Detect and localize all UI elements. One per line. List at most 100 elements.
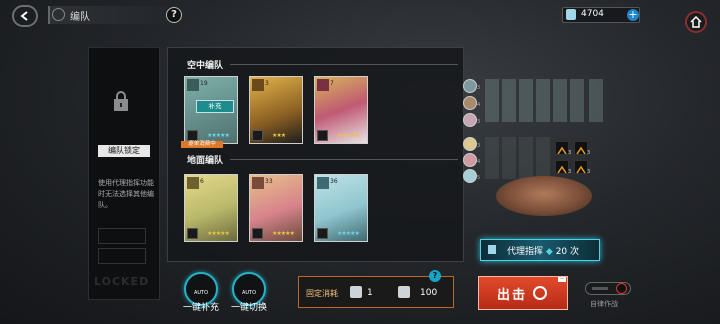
status-tag: 逐单消费中 — [181, 141, 223, 148]
ammo-icon — [398, 286, 410, 298]
equip-slot[interactable] — [502, 137, 516, 179]
toggle-off-icon — [616, 283, 627, 294]
auto-badge: AUTO — [193, 290, 209, 296]
member-avatar[interactable] — [463, 137, 477, 151]
ground-unit-card-3[interactable]: 36 ★★★★★ — [314, 174, 368, 242]
level-emblem-icon — [317, 79, 329, 91]
fixed-cost-label: 固定消耗 — [306, 289, 338, 298]
air-unit-card-2[interactable]: 3 ★★★ — [249, 76, 303, 144]
member-avatar[interactable] — [463, 79, 477, 93]
unit-stars: ★★★★★ — [207, 230, 230, 237]
proxy-command-text: 代理指挥 ◆ 20 次 — [507, 247, 580, 257]
member-avatar[interactable] — [463, 96, 477, 110]
member-avatar[interactable] — [463, 169, 477, 183]
unit-stars: ★★★ — [272, 132, 286, 139]
minus-icon: − — [558, 276, 566, 282]
equip-slot[interactable] — [553, 79, 567, 122]
member-avatar[interactable] — [463, 153, 477, 167]
avatar-level: 4 — [477, 102, 481, 108]
unit-level: 36 — [330, 178, 338, 185]
skill-icon[interactable] — [555, 141, 569, 155]
home-button[interactable] — [685, 11, 707, 33]
toggle-track-icon — [592, 287, 608, 290]
cost-help-button[interactable]: ? — [429, 270, 441, 282]
auto-fill-label: 一键补充 — [182, 303, 219, 313]
back-button[interactable] — [12, 5, 38, 27]
locked-slot — [98, 248, 146, 264]
unit-stars: ★★★★★ — [337, 132, 360, 139]
skill-icon[interactable] — [555, 160, 569, 174]
ground-formation-label: 地面编队 — [187, 156, 224, 166]
equip-slot[interactable] — [519, 79, 533, 122]
auto-battle-label: 自律作战 — [590, 300, 618, 308]
class-icon — [317, 130, 328, 141]
equip-slot[interactable] — [502, 79, 516, 122]
ground-unit-card-2[interactable]: 33 ★★★★★ — [249, 174, 303, 242]
page-title: 编队 — [70, 12, 90, 23]
level-emblem-icon — [252, 79, 264, 91]
title-bar — [48, 6, 175, 24]
help-button[interactable]: ? — [166, 7, 182, 23]
back-arrow-icon — [20, 11, 28, 21]
unit-stars: ★★★★★ — [207, 132, 230, 139]
level-emblem-icon — [187, 177, 199, 189]
air-unit-card-3[interactable]: 7 ★★★★★ — [314, 76, 368, 144]
avatar-level: 3 — [477, 119, 481, 125]
class-icon — [252, 130, 263, 141]
level-emblem-icon — [252, 177, 264, 189]
class-icon — [252, 228, 263, 239]
equip-slot[interactable] — [485, 79, 499, 122]
home-icon — [690, 16, 702, 28]
equip-slot[interactable] — [589, 79, 603, 122]
equip-slot[interactable] — [485, 137, 499, 179]
skill-count: 3 — [568, 150, 572, 156]
unit-level: 33 — [265, 178, 273, 185]
class-icon — [187, 228, 198, 239]
fuel-icon — [350, 286, 362, 298]
divider — [230, 64, 458, 65]
currency-value: 4704 — [581, 9, 604, 19]
add-currency-button[interactable]: + — [627, 9, 639, 21]
locked-slot — [98, 228, 146, 244]
skill-count: 3 — [568, 169, 572, 175]
level-emblem-icon — [317, 177, 329, 189]
divider — [230, 159, 458, 160]
avatar-level: 3 — [477, 143, 481, 149]
avatar-level: 3 — [477, 85, 481, 91]
auto-badge: AUTO — [241, 290, 257, 296]
skill-count: 3 — [587, 169, 591, 175]
unit-level: 6 — [200, 178, 204, 185]
unit-level: 7 — [330, 80, 334, 87]
unit-level: 19 — [200, 80, 208, 87]
unit-stars: ★★★★★ — [337, 230, 360, 237]
skill-count: 3 — [587, 150, 591, 156]
equip-slot[interactable] — [570, 79, 584, 122]
auto-switch-label: 一键切换 — [230, 303, 267, 313]
ground-unit-card-1[interactable]: 6 ★★★★★ — [184, 174, 238, 242]
sortie-target-icon — [533, 286, 547, 300]
display-pedestal — [496, 176, 592, 216]
skill-icon[interactable] — [574, 160, 588, 174]
avatar-level: 4 — [477, 159, 481, 165]
currency-icon — [566, 9, 576, 20]
equip-slot[interactable] — [519, 137, 533, 179]
unit-stars: ★★★★★ — [272, 230, 295, 237]
fuel-cost: 1 — [367, 288, 373, 298]
locked-watermark: LOCKED — [94, 275, 150, 288]
member-avatar[interactable] — [463, 113, 477, 127]
formation-icon — [52, 8, 65, 21]
sortie-label: 出击 — [497, 288, 528, 303]
class-icon — [317, 228, 328, 239]
air-formation-label: 空中编队 — [187, 61, 224, 71]
avatar-level: 5 — [477, 175, 481, 181]
lock-description: 使用代理指挥功能时无法选择其他编队。 — [98, 179, 154, 209]
class-icon — [187, 130, 198, 141]
equip-slot[interactable] — [536, 137, 550, 179]
skill-icon[interactable] — [574, 141, 588, 155]
ammo-cost: 100 — [420, 288, 438, 298]
equip-slot[interactable] — [536, 79, 550, 122]
level-emblem-icon — [187, 79, 199, 91]
lock-icon — [114, 91, 128, 111]
lock-title: 编队锁定 — [98, 145, 150, 157]
unit-level: 3 — [265, 80, 269, 87]
